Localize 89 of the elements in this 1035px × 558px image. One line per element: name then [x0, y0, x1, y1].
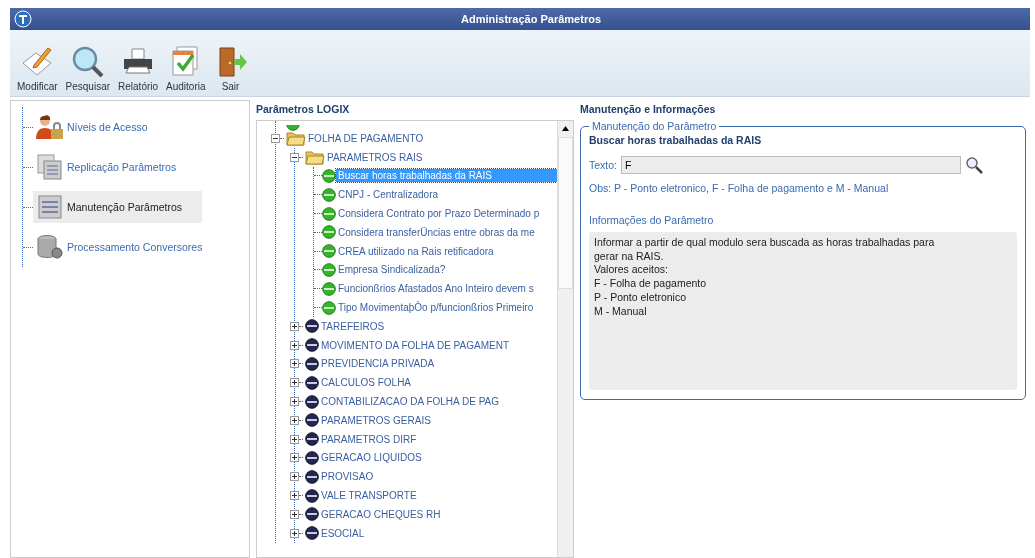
toolbar-button[interactable]: Modificar — [14, 45, 61, 92]
tree-item[interactable]: Empresa Sindicalizada? — [336, 263, 448, 277]
tree-item[interactable]: FOLHA DE PAGAMENTO — [306, 131, 426, 145]
field-label: Texto: — [589, 159, 617, 171]
circle-icon — [305, 413, 319, 428]
circle-icon — [322, 206, 336, 221]
circle-icon — [305, 338, 319, 353]
list-icon — [35, 194, 65, 220]
text-field[interactable]: F — [621, 156, 961, 174]
tree-item[interactable]: GERACAO LIQUIDOS — [319, 451, 424, 465]
section-label: Informações do Parâmetro — [589, 214, 715, 226]
tree-item[interactable]: Considera Contrato por Prazo Determinado p — [336, 207, 542, 221]
circle-icon — [305, 507, 319, 522]
info-line: F - Folha de pagamento — [594, 277, 708, 291]
user-lock-icon — [35, 114, 65, 140]
nav-item[interactable]: Replicação Parâmetros — [33, 151, 197, 183]
list-icon — [35, 154, 65, 180]
panel-heading: Manutenção e Informações — [580, 102, 717, 117]
tree-item[interactable]: PARAMETROS GERAIS — [319, 413, 433, 427]
tree-item[interactable]: Considera transferÜncias entre obras da me — [336, 225, 537, 239]
group-legend: Manutenção do Parâmetro — [589, 120, 720, 132]
tree-item[interactable]: CREA utilizado na Rais retificadora — [336, 244, 496, 258]
expand-icon[interactable] — [290, 528, 305, 538]
circle-icon — [305, 394, 319, 409]
expand-icon[interactable] — [290, 378, 305, 388]
expand-icon[interactable] — [290, 453, 305, 463]
circle-icon — [305, 488, 319, 503]
circle-icon — [305, 432, 319, 447]
tree-item[interactable]: Tipo MovimentaþÒo p/funcionßrios Primeiro — [336, 301, 536, 315]
expand-icon[interactable] — [290, 491, 305, 501]
collapse-icon[interactable] — [271, 133, 286, 143]
circle-icon — [305, 356, 319, 371]
tree-item[interactable]: CNPJ - Centralizadora — [336, 188, 441, 202]
note-text: Obs: P - Ponto eletronico, F - Folha de pagamento e M - Manual — [589, 182, 890, 194]
tree-item[interactable]: VALE TRANSPORTE — [319, 489, 419, 503]
circle-icon — [322, 262, 336, 277]
info-line: Informar a partir de qual modulo sera buscada as horas trabalhadas para — [594, 236, 936, 250]
nav-item[interactable]: Manutenção Parâmetros — [33, 191, 202, 223]
tree-item[interactable]: PREVIDENCIA PRIVADA — [319, 357, 437, 371]
tree-item[interactable]: CONTABILIZACAO DA FOLHA DE PAG — [319, 395, 501, 409]
info-line: Valores aceitos: — [594, 263, 669, 278]
info-line: P - Ponto eletronico — [594, 290, 688, 305]
parameter-name: Buscar horas trabalhadas da RAIS — [589, 134, 763, 146]
circle-icon — [322, 281, 336, 296]
circle-icon — [322, 300, 336, 315]
expand-icon[interactable] — [290, 509, 305, 519]
nav-item[interactable]: Níveis de Acesso — [33, 111, 168, 143]
circle-icon — [305, 469, 319, 484]
circle-icon — [322, 169, 336, 183]
circle-icon — [305, 450, 319, 465]
database-gear-icon — [35, 234, 65, 260]
expand-icon[interactable] — [290, 397, 305, 407]
tree-item[interactable]: ESOCIAL — [319, 526, 367, 540]
expand-icon[interactable] — [290, 359, 305, 369]
toolbar-button[interactable]: Auditoria — [163, 45, 209, 92]
circle-icon — [322, 244, 336, 259]
circle-icon — [322, 225, 336, 240]
tree-item[interactable]: Funcionßrios Afastados Ano Inteiro devem s — [336, 282, 536, 296]
expand-icon[interactable] — [290, 415, 305, 425]
panel-heading: Parâmetros LOGIX — [256, 102, 351, 117]
expand-icon[interactable] — [290, 340, 305, 350]
circle-icon — [322, 187, 336, 202]
tree-item[interactable]: PARAMETROS DIRF — [319, 432, 419, 446]
folder-icon — [286, 130, 306, 147]
expand-icon[interactable] — [290, 472, 305, 482]
app-logo-icon — [14, 10, 32, 28]
window-title: Administração Parâmetros — [461, 13, 601, 25]
tree-item[interactable]: PARAMETROS RAIS — [325, 150, 425, 164]
circle-icon — [305, 319, 319, 334]
expand-icon[interactable] — [290, 321, 305, 331]
tree-item[interactable]: MOVIMENTO DA FOLHA DE PAGAMENT — [319, 338, 511, 352]
scrollbar[interactable] — [557, 121, 573, 557]
tree-item[interactable]: TAREFEIROS — [319, 319, 387, 333]
collapse-icon[interactable] — [290, 152, 305, 162]
expand-icon[interactable] — [290, 434, 305, 444]
tree-item[interactable]: GERACAO CHEQUES RH — [319, 507, 443, 521]
circle-icon — [305, 526, 319, 541]
tree-item[interactable]: CALCULOS FOLHA — [319, 376, 414, 390]
toolbar-button[interactable]: Pesquisar — [62, 45, 114, 92]
search-icon — [70, 45, 105, 79]
search-icon[interactable] — [965, 156, 983, 174]
info-line: M - Manual — [594, 304, 648, 319]
info-line: gerar na RAIS. — [594, 249, 665, 264]
toolbar-button[interactable]: Relatório — [115, 45, 162, 92]
toolbar-button[interactable]: Sair — [210, 45, 251, 92]
folder-icon — [305, 149, 325, 166]
circle-icon — [305, 375, 319, 390]
tree-item[interactable]: PROVISAO — [319, 470, 376, 484]
nav-item[interactable]: Processamento Conversores — [33, 231, 223, 263]
